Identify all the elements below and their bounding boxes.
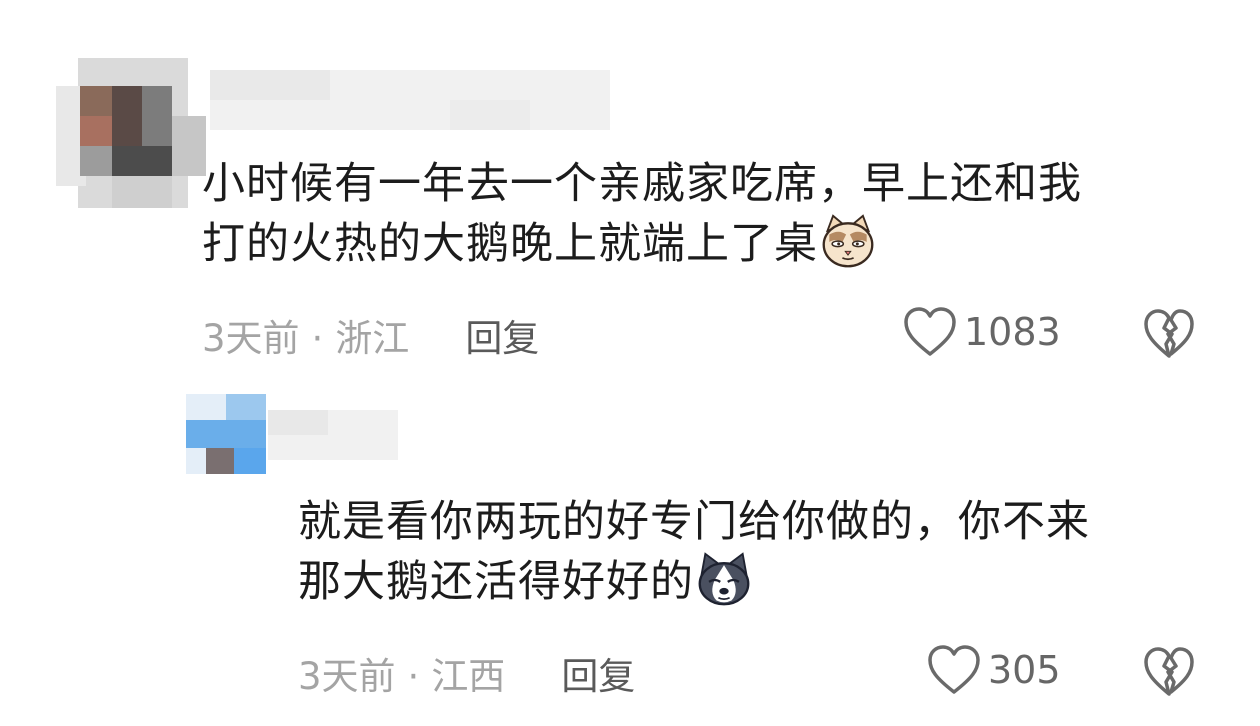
comment-meta: 3天前 · 浙江 回复 xyxy=(202,308,539,362)
heart-outline-icon xyxy=(928,645,980,694)
reply-meta: 3天前 · 江西 回复 xyxy=(298,646,635,700)
comment-text: 小时候有一年去一个亲戚家吃席，早上还和我 打的火热的大鹅晚上就端上了桌 xyxy=(202,154,1082,274)
meta-separator: · xyxy=(311,317,324,360)
dislike-button[interactable] xyxy=(1142,308,1196,364)
like-button[interactable]: 305 xyxy=(926,644,1061,696)
reply-text: 就是看你两玩的好专门给你做的，你不来 那大鹅还活得好好的 xyxy=(298,492,1090,612)
heart-outline-icon xyxy=(904,307,956,356)
broken-heart-icon xyxy=(1144,309,1194,358)
reply-text-line-1: 就是看你两玩的好专门给你做的，你不来 xyxy=(298,497,1090,547)
comment-item-2: 就是看你两玩的好专门给你做的，你不来 那大鹅还活得好好的 3天前 · 江西 回复 30… xyxy=(0,380,1260,726)
like-button[interactable]: 1083 xyxy=(902,306,1061,358)
meta-separator: · xyxy=(407,655,420,698)
comment-location: 浙江 xyxy=(335,317,410,360)
like-count: 305 xyxy=(988,648,1061,692)
reply-text-line-2: 那大鹅还活得好好的 xyxy=(298,557,694,607)
reply-button[interactable]: 回复 xyxy=(465,317,539,360)
username-blurred[interactable] xyxy=(268,410,398,460)
comment-item-1: 小时候有一年去一个亲戚家吃席，早上还和我 打的火热的大鹅晚上就端上了桌 3天前 ·… xyxy=(0,0,1260,380)
reply-time: 3天前 xyxy=(298,655,396,698)
comment-time: 3天前 xyxy=(202,317,300,360)
reply-location: 江西 xyxy=(431,655,506,698)
broken-heart-icon xyxy=(1144,647,1194,696)
comment-text-line-2: 打的火热的大鹅晚上就端上了桌 xyxy=(202,219,818,269)
user-avatar[interactable] xyxy=(56,58,206,208)
like-count: 1083 xyxy=(964,310,1061,354)
username-blurred[interactable] xyxy=(210,70,610,130)
user-avatar[interactable] xyxy=(186,394,266,474)
reply-button[interactable]: 回复 xyxy=(561,655,635,698)
comment-text-line-1: 小时候有一年去一个亲戚家吃席，早上还和我 xyxy=(202,159,1082,209)
dislike-button[interactable] xyxy=(1142,646,1196,702)
husky-dog-emoji xyxy=(698,552,750,606)
cat-face-emoji xyxy=(822,214,874,268)
